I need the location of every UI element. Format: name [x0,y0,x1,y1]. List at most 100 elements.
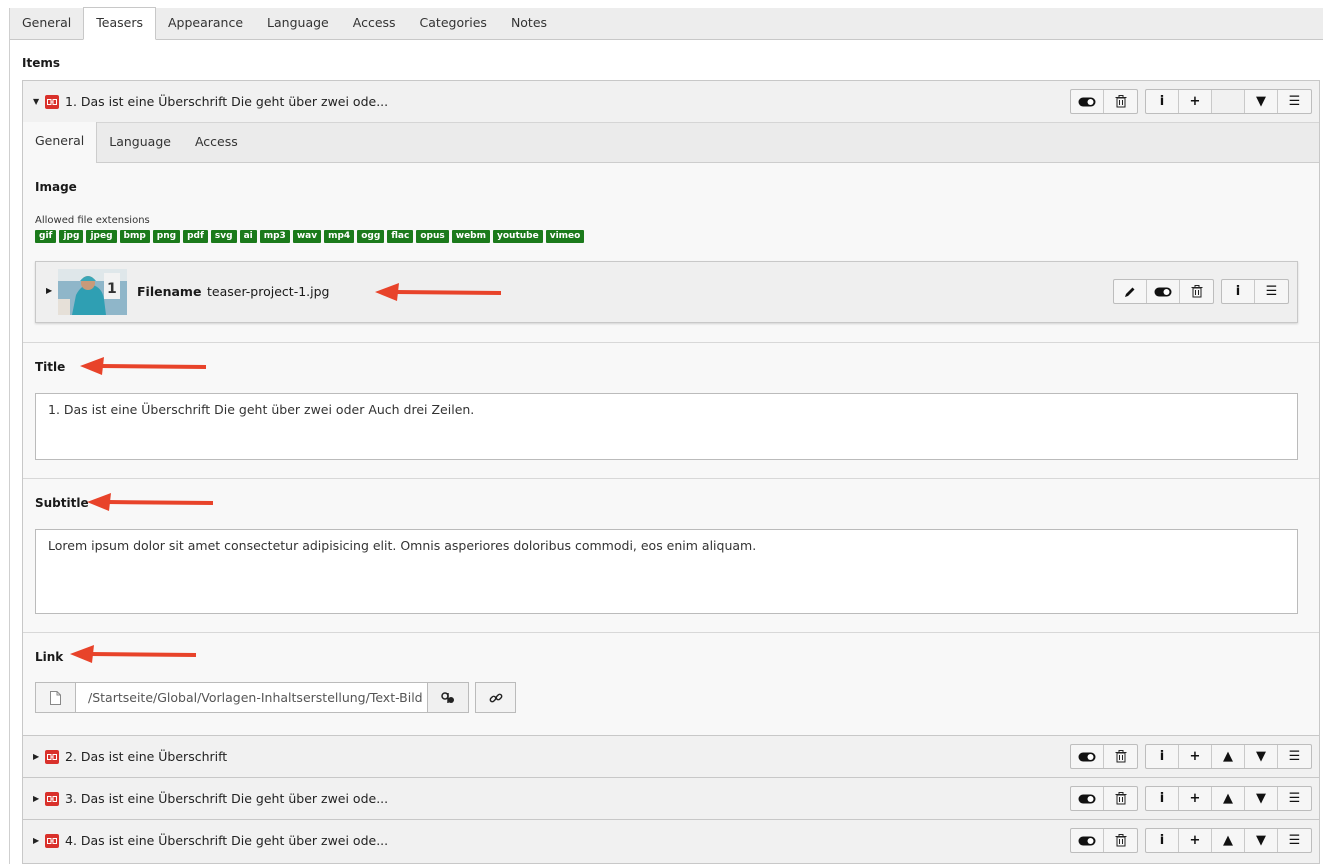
extension-badge: jpeg [86,230,117,243]
annotation-arrow-icon [87,493,214,511]
caret-right-icon[interactable]: ▶ [33,752,45,761]
extension-badge: ai [239,230,257,243]
subtitle-textarea[interactable]: Lorem ipsum dolor sit amet consectetur a… [35,529,1298,614]
info-icon[interactable]: i [1146,829,1179,852]
toggle-icon[interactable] [1071,787,1104,810]
up-icon[interactable]: ▲ [1212,787,1245,810]
extension-badge: flac [387,230,414,243]
tab-language[interactable]: Language [255,8,341,39]
subtab-language[interactable]: Language [97,123,183,162]
annotation-arrow-icon [80,357,207,375]
title-section: Title 1. Das ist eine Überschrift Die ge… [23,343,1319,479]
down-icon[interactable]: ▼ [1245,745,1278,768]
item-title: 2. Das ist eine Überschrift [65,749,228,764]
subtitle-label: Subtitle [35,496,89,510]
toggle-icon[interactable] [1071,745,1104,768]
pencil-icon[interactable] [1114,280,1147,303]
content-element-icon [45,833,59,848]
trash-icon[interactable] [1104,745,1137,768]
drag-menu-icon[interactable]: ☰ [1278,829,1311,852]
toggle-icon[interactable] [1071,829,1104,852]
item-header[interactable]: ▶ 4. Das ist eine Überschrift Die geht ü… [23,820,1319,861]
tab-categories[interactable]: Categories [408,8,499,39]
plus-icon[interactable]: + [1179,90,1212,113]
item-header[interactable]: ▼ 1. Das ist eine Überschrift Die geht ü… [23,81,1319,122]
extension-badge: png [152,230,181,243]
extension-badge: mp4 [324,230,355,243]
link-label: Link [35,650,64,664]
file-reference: ▶ 1 Filename teaser-project-1.jpg i ☰ [35,261,1298,323]
extension-badge: bmp [119,230,150,243]
plus-icon[interactable]: + [1179,787,1212,810]
caret-right-icon[interactable]: ▶ [33,794,45,803]
extension-badge: pdf [183,230,208,243]
toggle-icon[interactable] [1147,280,1180,303]
toggle-icon[interactable] [1071,90,1104,113]
down-icon[interactable]: ▼ [1245,90,1278,113]
page-icon [36,683,76,712]
chain-link-icon[interactable] [475,682,516,713]
drag-menu-icon[interactable]: ☰ [1278,745,1311,768]
info-icon[interactable]: i [1146,90,1179,113]
extension-badge: jpg [59,230,84,243]
trash-icon[interactable] [1180,280,1213,303]
caret-down-icon[interactable]: ▼ [33,97,45,106]
info-icon[interactable]: i [1222,280,1255,303]
title-textarea[interactable]: 1. Das ist eine Überschrift Die geht übe… [35,393,1298,460]
extension-badge: ogg [357,230,385,243]
up-icon[interactable]: ▲ [1212,745,1245,768]
item-header[interactable]: ▶ 3. Das ist eine Überschrift Die geht ü… [23,778,1319,819]
extension-badge: gif [35,230,57,243]
item-controls: i + ▲ ▼ ☰ [1070,786,1312,811]
tab-teasers[interactable]: Teasers [83,7,156,40]
content-element-icon [45,791,59,806]
content-element-icon [45,749,59,764]
item-header[interactable]: ▶ 2. Das ist eine Überschrift i + ▲ ▼ ☰ [23,736,1319,777]
drag-menu-icon[interactable]: ☰ [1278,787,1311,810]
subtitle-section: Subtitle Lorem ipsum dolor sit amet cons… [23,479,1319,633]
allowed-ext-label: Allowed file extensions [35,215,150,226]
extension-badge: opus [416,230,449,243]
info-icon[interactable]: i [1146,745,1179,768]
trash-icon[interactable] [1104,829,1137,852]
annotation-arrow-icon [70,645,197,663]
file-controls: i ☰ [1113,279,1289,304]
teaser-item-3: ▶ 3. Das ist eine Überschrift Die geht ü… [22,777,1320,820]
drag-menu-icon[interactable]: ☰ [1255,280,1288,303]
trash-icon[interactable] [1104,90,1137,113]
form-frame: General Teasers Appearance Language Acce… [9,7,1323,864]
annotation-arrow-icon [375,283,502,301]
tab-notes[interactable]: Notes [499,8,559,39]
extension-badges: gif jpg jpeg bmp png pdf svg ai mp3 wav mp4 ogg flac… [35,230,585,243]
link-browser-icon[interactable] [427,683,468,712]
caret-right-icon[interactable]: ▶ [33,836,45,845]
trash-icon[interactable] [1104,787,1137,810]
tab-access[interactable]: Access [341,8,408,39]
extension-badge: vimeo [545,230,585,243]
tab-appearance[interactable]: Appearance [156,8,255,39]
thumbnail-image[interactable]: 1 [58,269,127,315]
item-controls: i + ▼ ☰ [1070,89,1312,114]
main-tabs: General Teasers Appearance Language Acce… [10,7,1323,40]
tab-general[interactable]: General [10,8,83,39]
item-title: 4. Das ist eine Überschrift Die geht übe… [65,833,389,848]
subtab-access[interactable]: Access [183,123,250,162]
item-controls: i + ▲ ▼ ☰ [1070,744,1312,769]
plus-icon[interactable]: + [1179,745,1212,768]
plus-icon[interactable]: + [1179,829,1212,852]
subtab-general[interactable]: General [23,122,98,163]
down-icon[interactable]: ▼ [1245,829,1278,852]
drag-menu-icon[interactable]: ☰ [1278,90,1311,113]
up-icon[interactable]: ▲ [1212,829,1245,852]
info-icon[interactable]: i [1146,787,1179,810]
content-element-icon [45,94,59,109]
image-section: Image Allowed file extensions gif jpg jpeg… [23,163,1319,343]
image-label: Image [35,180,77,194]
link-input[interactable]: /Startseite/Global/Vorlagen-Inhaltserste… [76,683,427,712]
extension-badge: svg [210,230,237,243]
down-icon[interactable]: ▼ [1245,787,1278,810]
svg-text:1: 1 [107,281,117,297]
filename-value: teaser-project-1.jpg [207,284,330,299]
link-input-row: /Startseite/Global/Vorlagen-Inhaltserste… [35,682,516,713]
caret-right-icon[interactable]: ▶ [46,286,52,295]
